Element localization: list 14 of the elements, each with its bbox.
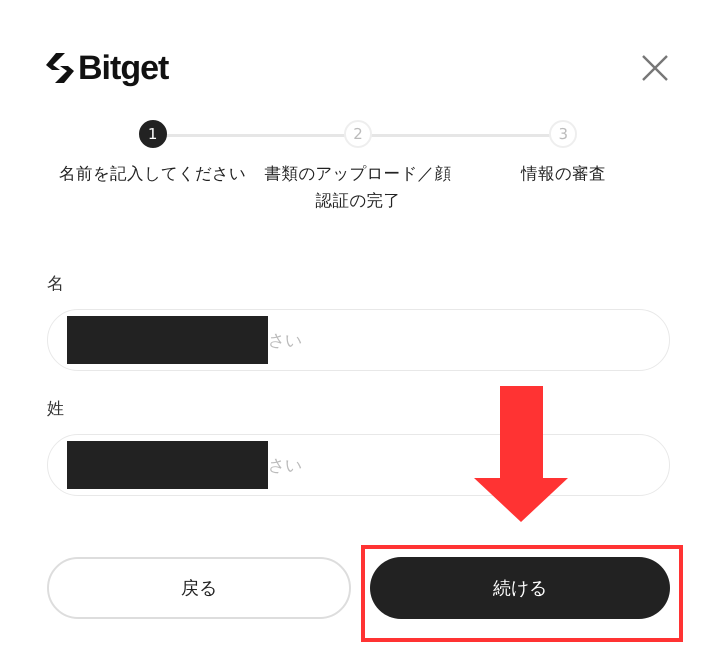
field-label: 姓	[47, 398, 64, 420]
placeholder-text: さい	[268, 454, 302, 476]
step-label: 名前を記入してください	[58, 163, 248, 185]
step-number: 1	[138, 120, 167, 148]
logo-text: Bitget	[78, 48, 168, 88]
continue-button[interactable]: 続ける	[370, 557, 670, 619]
step-label: 情報の審査	[520, 163, 607, 185]
step-number: 2	[344, 120, 372, 148]
step-label: 書類のアップロード／顔認証の完了	[263, 163, 452, 212]
logo-icon	[46, 53, 74, 83]
placeholder-text: さい	[268, 330, 302, 352]
back-button[interactable]: 戻る	[47, 557, 351, 619]
step-number: 3	[549, 120, 578, 148]
field-label: 名	[47, 273, 64, 295]
